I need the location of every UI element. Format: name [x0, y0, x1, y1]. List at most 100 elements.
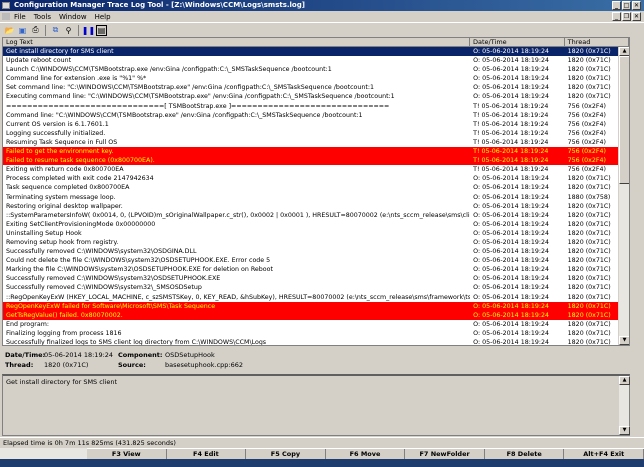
log-row[interactable]: Current OS version is 6.1.7601.1 T! 05-06… — [3, 120, 629, 129]
column-thread[interactable]: Thread — [565, 38, 629, 46]
log-row[interactable]: Restoring original desktop wallpaper. O: … — [3, 202, 629, 211]
message-scrollbar[interactable]: ▲ ▼ — [618, 376, 630, 435]
log-row[interactable]: Resuming Task Sequence in Full OS T! 05-0… — [3, 138, 629, 147]
scroll-up-button[interactable]: ▲ — [619, 47, 629, 56]
f7-newfolder-button[interactable]: F7 NewFolder — [405, 449, 485, 459]
menu-tools[interactable]: Tools — [34, 13, 51, 21]
log-text: Exiting with return code 0x800700EA — [6, 166, 124, 174]
log-text: Process completed with exit code 2147942… — [6, 175, 154, 183]
log-row[interactable]: Logging successfully initialized. T! 05-0… — [3, 129, 629, 138]
log-row[interactable]: Failed to get the environment key. T! 05-… — [3, 147, 629, 157]
menu-window[interactable]: Window — [59, 13, 87, 21]
log-row[interactable]: Successfully finalized logs to SMS clien… — [3, 338, 629, 345]
thread-value: 1820 (0x71C) — [44, 361, 89, 369]
background-panel — [0, 448, 87, 459]
log-row[interactable]: Could not delete the file C:\WINDOWS\sys… — [3, 256, 629, 265]
column-date-time[interactable]: Date/Time — [470, 38, 565, 46]
list-scrollbar[interactable]: ▲ ▼ — [618, 47, 629, 345]
log-text: Successfully removed C:\WINDOWS\system32… — [6, 284, 202, 292]
log-row[interactable]: GetTsRegValue() failed. 0x80070002. O: 05… — [3, 310, 629, 320]
log-text: Uninstalling Setup Hook — [6, 229, 82, 237]
log-date-time: O: 05-06-2014 18:19:24 — [473, 238, 549, 246]
f8-delete-button[interactable]: F8 Delete — [485, 449, 565, 459]
log-row[interactable]: Process completed with exit code 2147942… — [3, 174, 629, 183]
log-text: ::SystemParametersInfoW( 0x0014, 0, (LPV… — [6, 211, 470, 219]
log-date-time: O: 05-06-2014 18:19:24 — [473, 248, 549, 256]
log-date-time: O: 05-06-2014 18:19:24 — [473, 257, 549, 265]
desktop-strip — [0, 459, 644, 467]
print-icon[interactable]: ⎙ — [30, 25, 41, 36]
log-row[interactable]: End program: O: 05-06-2014 18:19:24 1820 (… — [3, 320, 629, 329]
title-bar: Configuration Manager Trace Log Tool - [… — [0, 0, 644, 11]
log-row[interactable]: Terminating system message loop. O: 05-06… — [3, 193, 629, 202]
log-date-time: O: 05-06-2014 18:19:24 — [473, 84, 549, 92]
f4-edit-button[interactable]: F4 Edit — [167, 449, 247, 459]
log-row[interactable]: RegOpenKeyExW failed for Software\Micros… — [3, 301, 629, 311]
log-row[interactable]: Launch C:\WINDOWS\CCM\TSMBootstrap.exe /… — [3, 65, 629, 74]
menu-file[interactable]: File — [14, 13, 26, 21]
log-row[interactable]: ==============================[ TSMBootS… — [3, 102, 629, 111]
alt-f4-exit-button[interactable]: Alt+F4 Exit — [564, 449, 644, 459]
details-pane-icon[interactable]: ▤ — [96, 24, 107, 36]
log-row[interactable]: Exiting SetClientProvisioningMode 0x0000… — [3, 220, 629, 229]
scroll-down-button[interactable]: ▼ — [619, 426, 630, 435]
log-row[interactable]: Set command line: "C:\WINDOWS\CCM\TSMBoo… — [3, 83, 629, 92]
log-text: Command line for extension .exe is "%1" … — [6, 75, 147, 83]
find-icon[interactable]: ⚲ — [63, 25, 74, 36]
log-row[interactable]: Command line: "C:\WINDOWS\CCM\TSMBootstr… — [3, 111, 629, 120]
f6-move-button[interactable]: F6 Move — [326, 449, 406, 459]
log-row[interactable]: Successfully removed C:\WINDOWS\system32… — [3, 283, 629, 292]
log-row[interactable]: Exiting with return code 0x800700EA T! 05… — [3, 165, 629, 174]
pause-icon[interactable]: ❚❚ — [82, 25, 95, 36]
scroll-down-button[interactable]: ▼ — [619, 336, 629, 345]
log-row[interactable]: Successfully removed C:\WINDOWS\system32… — [3, 274, 629, 283]
log-text: GetTsRegValue() failed. 0x80070002. — [6, 311, 123, 319]
f5-copy-button[interactable]: F5 Copy — [246, 449, 326, 459]
scroll-up-button[interactable]: ▲ — [619, 376, 630, 385]
log-text: Get install directory for SMS client — [6, 48, 114, 55]
log-row[interactable]: Get install directory for SMS client O: 0… — [3, 47, 629, 57]
function-key-bar: F3 View F4 Edit F5 Copy F6 Move F7 NewFo… — [87, 448, 644, 459]
log-row[interactable]: Failed to resume task sequence (0x800700… — [3, 156, 629, 166]
toolbar-separator — [78, 24, 79, 36]
log-row[interactable]: Task sequence completed 0x800700EA O: 05-… — [3, 183, 629, 192]
f3-view-button[interactable]: F3 View — [87, 449, 167, 459]
log-row[interactable]: Successfully removed C:\WINDOWS\system32… — [3, 247, 629, 256]
log-row[interactable]: Removing setup hook from registry. O: 05-… — [3, 238, 629, 247]
log-date-time: O: 05-06-2014 18:19:24 — [473, 66, 549, 74]
log-date-time: O: 05-06-2014 18:19:24 — [473, 175, 549, 183]
minimize-button[interactable]: _ — [612, 1, 621, 10]
menu-bar: File Tools Window Help _ ❐ ✕ — [0, 11, 644, 22]
log-row[interactable]: ::SystemParametersInfoW( 0x0014, 0, (LPV… — [3, 211, 629, 220]
menu-help[interactable]: Help — [95, 13, 111, 21]
log-date-time: O: 05-06-2014 18:19:24 — [473, 275, 549, 283]
child-close-button[interactable]: ✕ — [632, 12, 641, 21]
log-date-time: O: 05-06-2014 18:19:24 — [473, 57, 549, 65]
maximize-button[interactable]: □ — [622, 1, 631, 10]
log-text: Update reboot count — [6, 57, 72, 65]
log-row[interactable]: ::RegOpenKeyExW (HKEY_LOCAL_MACHINE, c_s… — [3, 293, 629, 302]
log-date-time: O: 05-06-2014 18:19:24 — [473, 220, 549, 228]
component-label: Component: — [118, 351, 163, 359]
log-row[interactable]: Update reboot count O: 05-06-2014 18:19:2… — [3, 56, 629, 65]
log-row[interactable]: Marking the file C:\WINDOWS\system32\OSD… — [3, 265, 629, 274]
column-log-text[interactable]: Log Text — [3, 38, 471, 46]
log-text: Task sequence completed 0x800700EA — [6, 184, 130, 192]
open-icon[interactable]: 📂 — [4, 25, 15, 36]
log-row[interactable]: Uninstalling Setup Hook O: 05-06-2014 18:… — [3, 229, 629, 238]
log-list[interactable]: Log Text Date/Time Thread Get install di… — [2, 37, 630, 346]
child-restore-button[interactable]: ❐ — [622, 12, 631, 21]
log-row[interactable]: Finalizing logging from process 1816 O: 0… — [3, 329, 629, 338]
log-date-time: T! 05-06-2014 18:19:24 — [473, 148, 549, 156]
log-row[interactable]: Executing command line: "C:\WINDOWS\CCM\… — [3, 92, 629, 101]
copy-icon[interactable]: ⧉ — [50, 25, 61, 36]
log-row[interactable]: Command line for extension .exe is "%1" … — [3, 74, 629, 83]
close-button[interactable]: ✕ — [632, 1, 641, 10]
open-remote-icon[interactable]: ▣ — [17, 25, 28, 36]
message-box[interactable]: Get install directory for SMS client ▲ ▼ — [2, 374, 630, 436]
log-text: Finalizing logging from process 1816 — [6, 329, 122, 337]
log-date-time: T! 05-06-2014 18:19:24 — [473, 166, 549, 174]
child-minimize-button[interactable]: _ — [612, 12, 621, 21]
scroll-thumb[interactable] — [619, 56, 629, 184]
log-date-time: O: 05-06-2014 18:19:24 — [473, 302, 549, 310]
